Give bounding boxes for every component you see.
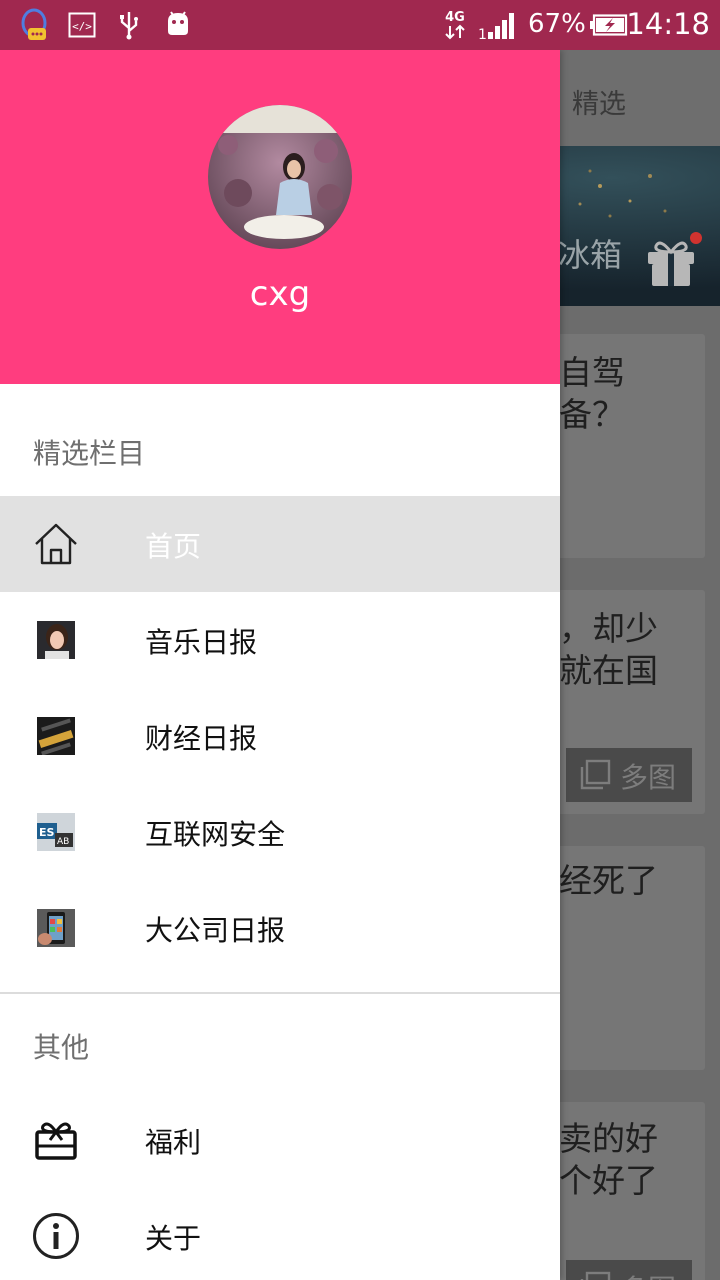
drawer-item-label: 关于 bbox=[145, 1222, 202, 1255]
network-type-label: 4G bbox=[445, 10, 465, 25]
svg-text:1: 1 bbox=[478, 27, 487, 40]
clock: 14:18 bbox=[626, 7, 710, 41]
navigation-drawer: cxg 精选栏目 首页 音乐日报 财经日报 ES AB 互联网安全 大公司日报 其… bbox=[0, 50, 560, 1280]
drawer-item-label: 互联网安全 bbox=[145, 818, 286, 851]
drawer-item-finance-daily[interactable]: 财经日报 bbox=[0, 688, 560, 784]
big-company-thumbnail bbox=[37, 909, 75, 947]
info-icon bbox=[32, 1212, 80, 1260]
avatar-photo bbox=[208, 105, 352, 249]
drawer-item-big-company-daily[interactable]: 大公司日报 bbox=[0, 880, 560, 976]
drawer-item-label: 首页 bbox=[145, 530, 202, 563]
qq-icon bbox=[18, 8, 50, 46]
svg-text:ES: ES bbox=[39, 826, 55, 839]
battery-charging-icon bbox=[590, 14, 628, 40]
list-item[interactable]: 经死了 bbox=[545, 846, 705, 1070]
signal-icon: 1 bbox=[478, 10, 520, 44]
multi-image-badge: 多图 bbox=[566, 748, 692, 802]
network-4g-icon: 4G bbox=[442, 8, 468, 46]
username: cxg bbox=[249, 274, 311, 314]
drawer-item-welfare[interactable]: 福利 bbox=[0, 1092, 560, 1188]
avatar[interactable] bbox=[208, 105, 352, 249]
drawer-item-label: 大公司日报 bbox=[145, 914, 286, 947]
drawer-item-label: 福利 bbox=[145, 1126, 202, 1159]
home-icon bbox=[32, 520, 80, 568]
banner-title: 冰箱 bbox=[558, 236, 623, 274]
status-bar: </> 4G 1 67% 14:18 bbox=[0, 0, 720, 50]
list-item[interactable]: 自驾 备？ bbox=[545, 334, 705, 558]
drawer-header: cxg bbox=[0, 50, 560, 384]
svg-text:</>: </> bbox=[72, 20, 92, 33]
list-item-title: ，却少 就在国 bbox=[559, 609, 658, 690]
badge-label: 多图 bbox=[620, 761, 677, 794]
drawer-item-music-daily[interactable]: 音乐日报 bbox=[0, 592, 560, 688]
list-item-title: 卖的好 个好了 bbox=[559, 1119, 658, 1200]
copy-icon bbox=[580, 759, 611, 790]
multi-image-badge: 多图 bbox=[566, 1260, 692, 1280]
section-title-featured: 精选栏目 bbox=[33, 437, 146, 470]
list-item-title: 经死了 bbox=[559, 861, 658, 900]
svg-text:AB: AB bbox=[57, 837, 69, 847]
list-item-title: 自驾 备？ bbox=[559, 353, 625, 434]
section-title-other: 其他 bbox=[33, 1031, 90, 1064]
gift-icon[interactable] bbox=[642, 232, 704, 298]
drawer-item-about[interactable]: 关于 bbox=[0, 1188, 560, 1280]
internet-security-thumbnail: ES AB bbox=[37, 813, 75, 851]
drawer-item-internet-security[interactable]: ES AB 互联网安全 bbox=[0, 784, 560, 880]
drawer-item-home[interactable]: 首页 bbox=[0, 496, 560, 592]
tab-featured[interactable]: 精选 bbox=[572, 82, 626, 121]
code-icon: </> bbox=[68, 12, 96, 42]
battery-percent: 67% bbox=[528, 9, 586, 39]
drawer-item-label: 财经日报 bbox=[145, 722, 258, 755]
list-item[interactable]: ，却少 就在国 多图 bbox=[545, 590, 705, 814]
finance-daily-thumbnail bbox=[37, 717, 75, 755]
music-daily-thumbnail bbox=[37, 621, 75, 659]
gift-icon bbox=[32, 1116, 80, 1164]
list-item[interactable]: 卖的好 个好了 多图 bbox=[545, 1102, 705, 1280]
android-icon bbox=[164, 9, 192, 41]
usb-icon bbox=[118, 10, 140, 44]
badge-label: 多图 bbox=[620, 1268, 676, 1280]
copy-icon bbox=[580, 1271, 611, 1280]
divider bbox=[0, 992, 560, 994]
drawer-item-label: 音乐日报 bbox=[145, 626, 258, 659]
